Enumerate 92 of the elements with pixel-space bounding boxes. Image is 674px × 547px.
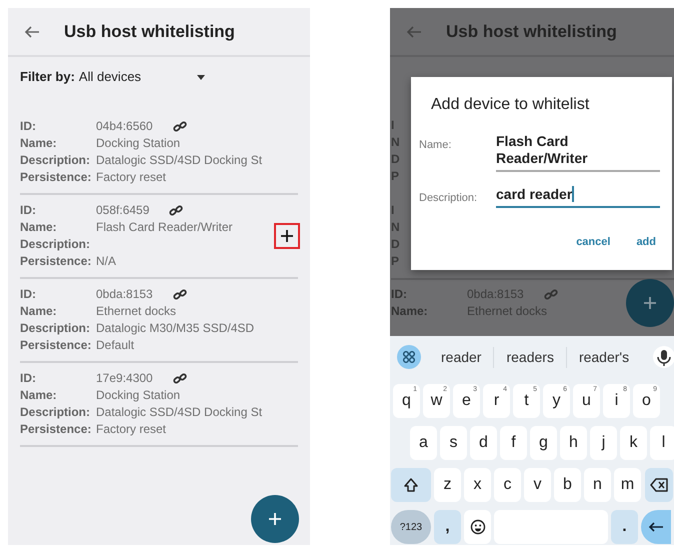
key[interactable]: a: [410, 426, 437, 460]
input-field[interactable]: Flash Card Reader/Writer: [496, 133, 660, 172]
dialog-button[interactable]: add: [636, 234, 656, 250]
filter-dropdown[interactable]: All devices: [78, 67, 205, 87]
field-label: Persistence:: [20, 169, 92, 186]
link-icon: [172, 372, 187, 384]
key[interactable]: c: [494, 468, 521, 502]
dropdown-caret-icon: [196, 74, 205, 80]
key[interactable]: k: [620, 426, 647, 460]
field-label: Persistence:: [20, 337, 92, 354]
field-label: Description:: [20, 236, 92, 253]
key[interactable]: .: [611, 510, 638, 544]
field-value: Default: [96, 337, 134, 354]
key[interactable]: ,: [434, 510, 461, 544]
key[interactable]: f: [500, 426, 527, 460]
field-value: Docking Station: [96, 387, 180, 404]
key[interactable]: l: [650, 426, 674, 460]
device-entry[interactable]: ID: 0bda:8153 Name: Ethernet docks Description: Datalogic M30/M35 SSD/4SD Persistence: Default: [20, 279, 298, 363]
device-entry[interactable]: ID: 04b4:6560 Name: Docking Station Description: Datalogic SSD/4SD Docking St Persistence: Factory reset: [20, 111, 298, 195]
field-value: 04b4:6560: [96, 118, 153, 135]
key[interactable]: x: [464, 468, 491, 502]
suggestion[interactable]: reader: [429, 346, 494, 368]
field-value: Datalogic SSD/4SD Docking St: [96, 152, 262, 169]
suggestion[interactable]: readers: [494, 346, 567, 368]
field-label: Description:: [20, 404, 92, 421]
link-icon: [172, 288, 187, 300]
add-button[interactable]: [274, 223, 300, 249]
backspace-icon: [650, 478, 668, 492]
field-label: Persistence:: [20, 253, 92, 270]
key[interactable]: h: [560, 426, 587, 460]
field-label: Persistence:: [20, 421, 92, 438]
key[interactable]: j: [590, 426, 617, 460]
field-value: 17e9:4300: [96, 370, 153, 387]
enter-arrow-icon: [648, 521, 664, 533]
field-label: Name:: [20, 303, 58, 320]
emoji-key[interactable]: [464, 510, 491, 544]
field-value: Datalogic M30/M35 SSD/4SD: [96, 320, 254, 337]
field-label: Name:: [20, 219, 58, 236]
key[interactable]: g: [530, 426, 557, 460]
field-label: ID:: [20, 286, 37, 303]
plus-icon: [643, 296, 657, 310]
enter-key[interactable]: [641, 510, 671, 544]
link-icon: [172, 120, 187, 132]
field-value: Docking Station: [96, 135, 180, 152]
dialog-title: Add device to whitelist: [430, 95, 590, 115]
screen-title: Usb host whitelisting: [446, 20, 617, 43]
filter-label: Filter by:: [20, 68, 75, 86]
key[interactable]: s: [440, 426, 467, 460]
grid-icon[interactable]: [397, 345, 421, 369]
field-value: Ethernet docks: [96, 303, 176, 320]
field-value: 058f:6459: [96, 202, 150, 219]
key[interactable]: z: [434, 468, 461, 502]
smiley-icon: [470, 519, 486, 535]
field-value: Factory reset: [96, 421, 166, 438]
field-label: Name:: [419, 138, 452, 153]
field-value: Flash Card Reader/Writer: [96, 219, 232, 236]
field-label: ID:: [20, 118, 37, 135]
key[interactable]: d: [470, 426, 497, 460]
device-entry[interactable]: ID: 058f:6459 Name: Flash Card Reader/Writer Description: Persistence: N/A: [20, 195, 298, 279]
field-label: Name:: [391, 303, 429, 320]
plus-icon: [268, 512, 282, 526]
field-label: ID:: [391, 286, 408, 303]
field-value: N/A: [96, 253, 116, 270]
plus-icon: [280, 229, 294, 243]
link-icon: [169, 204, 184, 216]
field-label: Name:: [20, 387, 58, 404]
add-fab-button[interactable]: [251, 495, 299, 543]
microphone-icon[interactable]: [652, 345, 674, 369]
suggestion[interactable]: reader's: [566, 346, 642, 368]
dialog-button[interactable]: cancel: [576, 234, 610, 250]
field-label: ID:: [20, 202, 37, 219]
key[interactable]: n: [584, 468, 611, 502]
field-label: Description:: [419, 191, 478, 206]
field-value: Factory reset: [96, 169, 166, 186]
device-entry[interactable]: ID: 17e9:4300 Name: Docking Station Description: Datalogic SSD/4SD Docking St Persistence: Factory reset: [20, 363, 298, 447]
field-label: Description:: [20, 152, 92, 169]
key[interactable]: m: [614, 468, 641, 502]
back-arrow-icon[interactable]: [24, 24, 40, 40]
field-label: Description:: [20, 320, 92, 337]
shift-icon: [403, 477, 419, 493]
field-label: Name:: [20, 135, 58, 152]
field-value: 0bda:8153: [96, 286, 153, 303]
input-field[interactable]: card reader: [496, 186, 660, 208]
field-label: ID:: [20, 370, 37, 387]
key[interactable]: b: [554, 468, 581, 502]
symbols-key[interactable]: ?123: [391, 510, 431, 544]
screen-title: Usb host whitelisting: [64, 20, 235, 43]
shift-key[interactable]: [391, 468, 431, 502]
field-value: Datalogic SSD/4SD Docking St: [96, 404, 262, 421]
backspace-key[interactable]: [645, 468, 673, 502]
link-icon: [544, 288, 558, 300]
key[interactable]: v: [524, 468, 551, 502]
